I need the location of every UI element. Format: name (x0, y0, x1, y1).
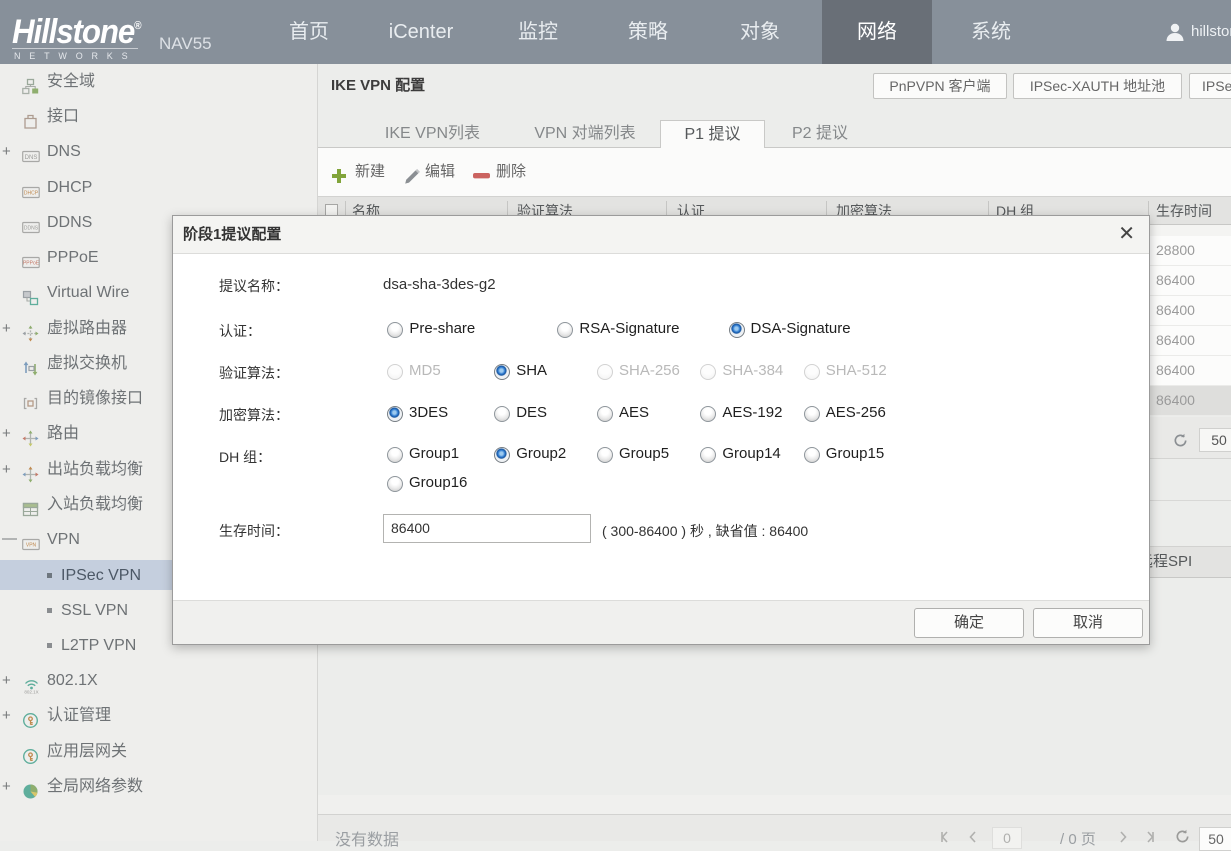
svg-text:802.1X: 802.1X (24, 689, 38, 694)
svg-text:PPPoE: PPPoE (23, 260, 40, 266)
svg-text:DHCP: DHCP (24, 190, 39, 196)
svg-text:VPN: VPN (26, 542, 37, 548)
svg-text:DDNS: DDNS (24, 225, 39, 231)
svg-text:DNS: DNS (25, 155, 38, 161)
